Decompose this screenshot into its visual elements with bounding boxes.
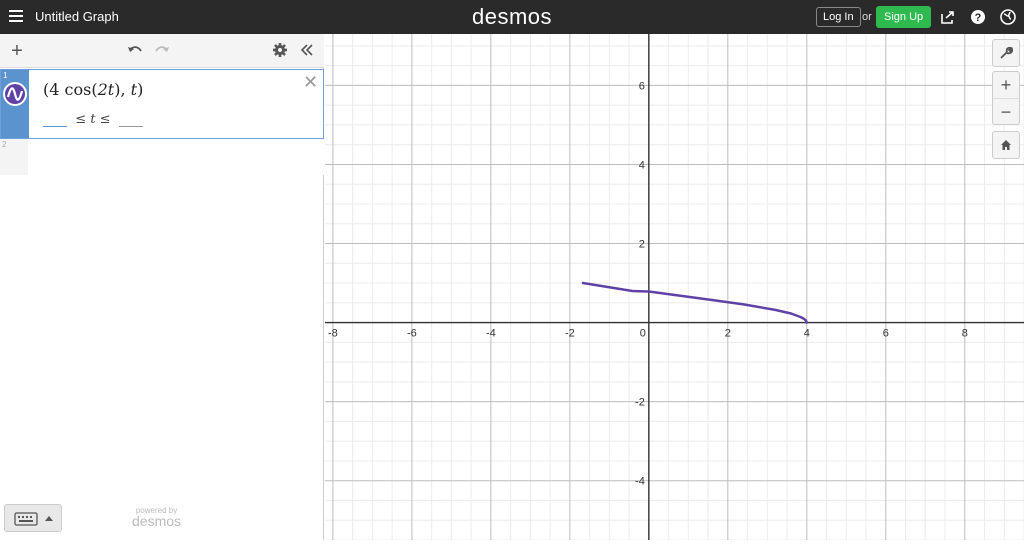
zoom-controls: + − <box>992 71 1020 125</box>
share-icon[interactable] <box>940 9 956 25</box>
settings-gear-icon[interactable] <box>271 42 289 60</box>
help-question-icon[interactable]: ? <box>970 9 986 25</box>
leq-symbol: ≤ <box>71 112 91 127</box>
range-max-input[interactable] <box>118 113 143 127</box>
wrench-icon[interactable] <box>993 40 1019 66</box>
zoom-in-plus-icon[interactable]: + <box>993 72 1019 98</box>
x-tick-label: -8 <box>328 328 338 340</box>
x-tick-label: 8 <box>962 328 968 340</box>
graph-canvas[interactable]: -8 -6 -4 -2 0 2 4 6 8 6 4 2 -2 -4 <box>325 34 1024 541</box>
y-tick-label: 6 <box>639 80 645 92</box>
powered-by-logo: desmos <box>132 513 182 529</box>
graph-title[interactable]: Untitled Graph <box>35 9 119 24</box>
home-icon[interactable] <box>993 132 1019 158</box>
powered-by-desmos: powered by desmos <box>132 506 181 529</box>
keyboard-toggle-button[interactable] <box>4 504 62 532</box>
expression-gutter: 2 <box>0 139 28 175</box>
grid-major <box>325 34 1024 540</box>
collapse-panel-icon[interactable] <box>298 42 316 60</box>
add-expression-plus-icon[interactable]: + <box>8 41 26 61</box>
expression-formula[interactable]: (4 cos(2t), t) <box>43 80 143 99</box>
graph-paper[interactable]: -8 -6 -4 -2 0 2 4 6 8 6 4 2 -2 -4 + − <box>325 34 1024 541</box>
formula-function: cos <box>64 80 92 99</box>
x-tick-label: 6 <box>883 328 889 340</box>
grid-minor <box>325 34 1024 541</box>
parameter-range: ≤ t ≤ <box>43 112 143 127</box>
x-tick-label: 4 <box>804 328 810 340</box>
x-tick-label: -6 <box>407 328 417 340</box>
formula-paren: ) <box>137 80 144 99</box>
expression-row-empty[interactable]: 2 <box>0 139 324 175</box>
x-tick-label: 0 <box>640 328 646 340</box>
hamburger-icon[interactable] <box>9 10 23 24</box>
login-button[interactable]: Log In <box>816 7 861 27</box>
formula-comma: , <box>120 80 131 99</box>
expression-gutter: 1 <box>1 70 29 138</box>
or-text: or <box>862 11 872 23</box>
formula-argument: 2t <box>97 80 115 99</box>
parametric-color-icon[interactable] <box>3 82 27 106</box>
signup-button[interactable]: Sign Up <box>876 6 932 28</box>
x-tick-label: -2 <box>565 328 575 340</box>
range-min-input[interactable] <box>43 113 67 127</box>
svg-text:?: ? <box>975 12 982 24</box>
leq-symbol: ≤ <box>95 112 115 127</box>
x-tick-label: -4 <box>486 328 496 340</box>
y-tick-label: -4 <box>635 476 645 488</box>
y-tick-label: 2 <box>639 239 645 251</box>
top-bar: Untitled Graph desmos Log In or Sign Up … <box>0 0 1024 34</box>
expression-list-panel: + 1 (4 cos(2t), t) ≤ t ≤ ✕ 2 powered by … <box>0 34 324 540</box>
expression-row[interactable]: 1 (4 cos(2t), t) ≤ t ≤ ✕ <box>0 69 324 139</box>
redo-icon[interactable] <box>153 42 171 60</box>
tick-labels: -8 -6 -4 -2 0 2 4 6 8 6 4 2 -2 -4 <box>328 80 968 487</box>
x-tick-label: 2 <box>725 328 731 340</box>
zoom-out-minus-icon[interactable]: − <box>993 98 1019 124</box>
y-tick-label: -2 <box>635 397 645 409</box>
y-tick-label: 4 <box>639 159 645 171</box>
graph-settings-control <box>992 39 1020 67</box>
axes <box>325 34 1024 540</box>
expression-index: 2 <box>2 140 7 149</box>
home-control <box>992 131 1020 159</box>
expression-index: 1 <box>3 71 8 80</box>
formula-coefficient: 4 <box>49 80 60 99</box>
undo-icon[interactable] <box>126 42 144 60</box>
expression-toolbar: + <box>0 34 324 68</box>
globe-icon[interactable] <box>1000 9 1016 25</box>
delete-expression-close-icon[interactable]: ✕ <box>303 72 318 93</box>
